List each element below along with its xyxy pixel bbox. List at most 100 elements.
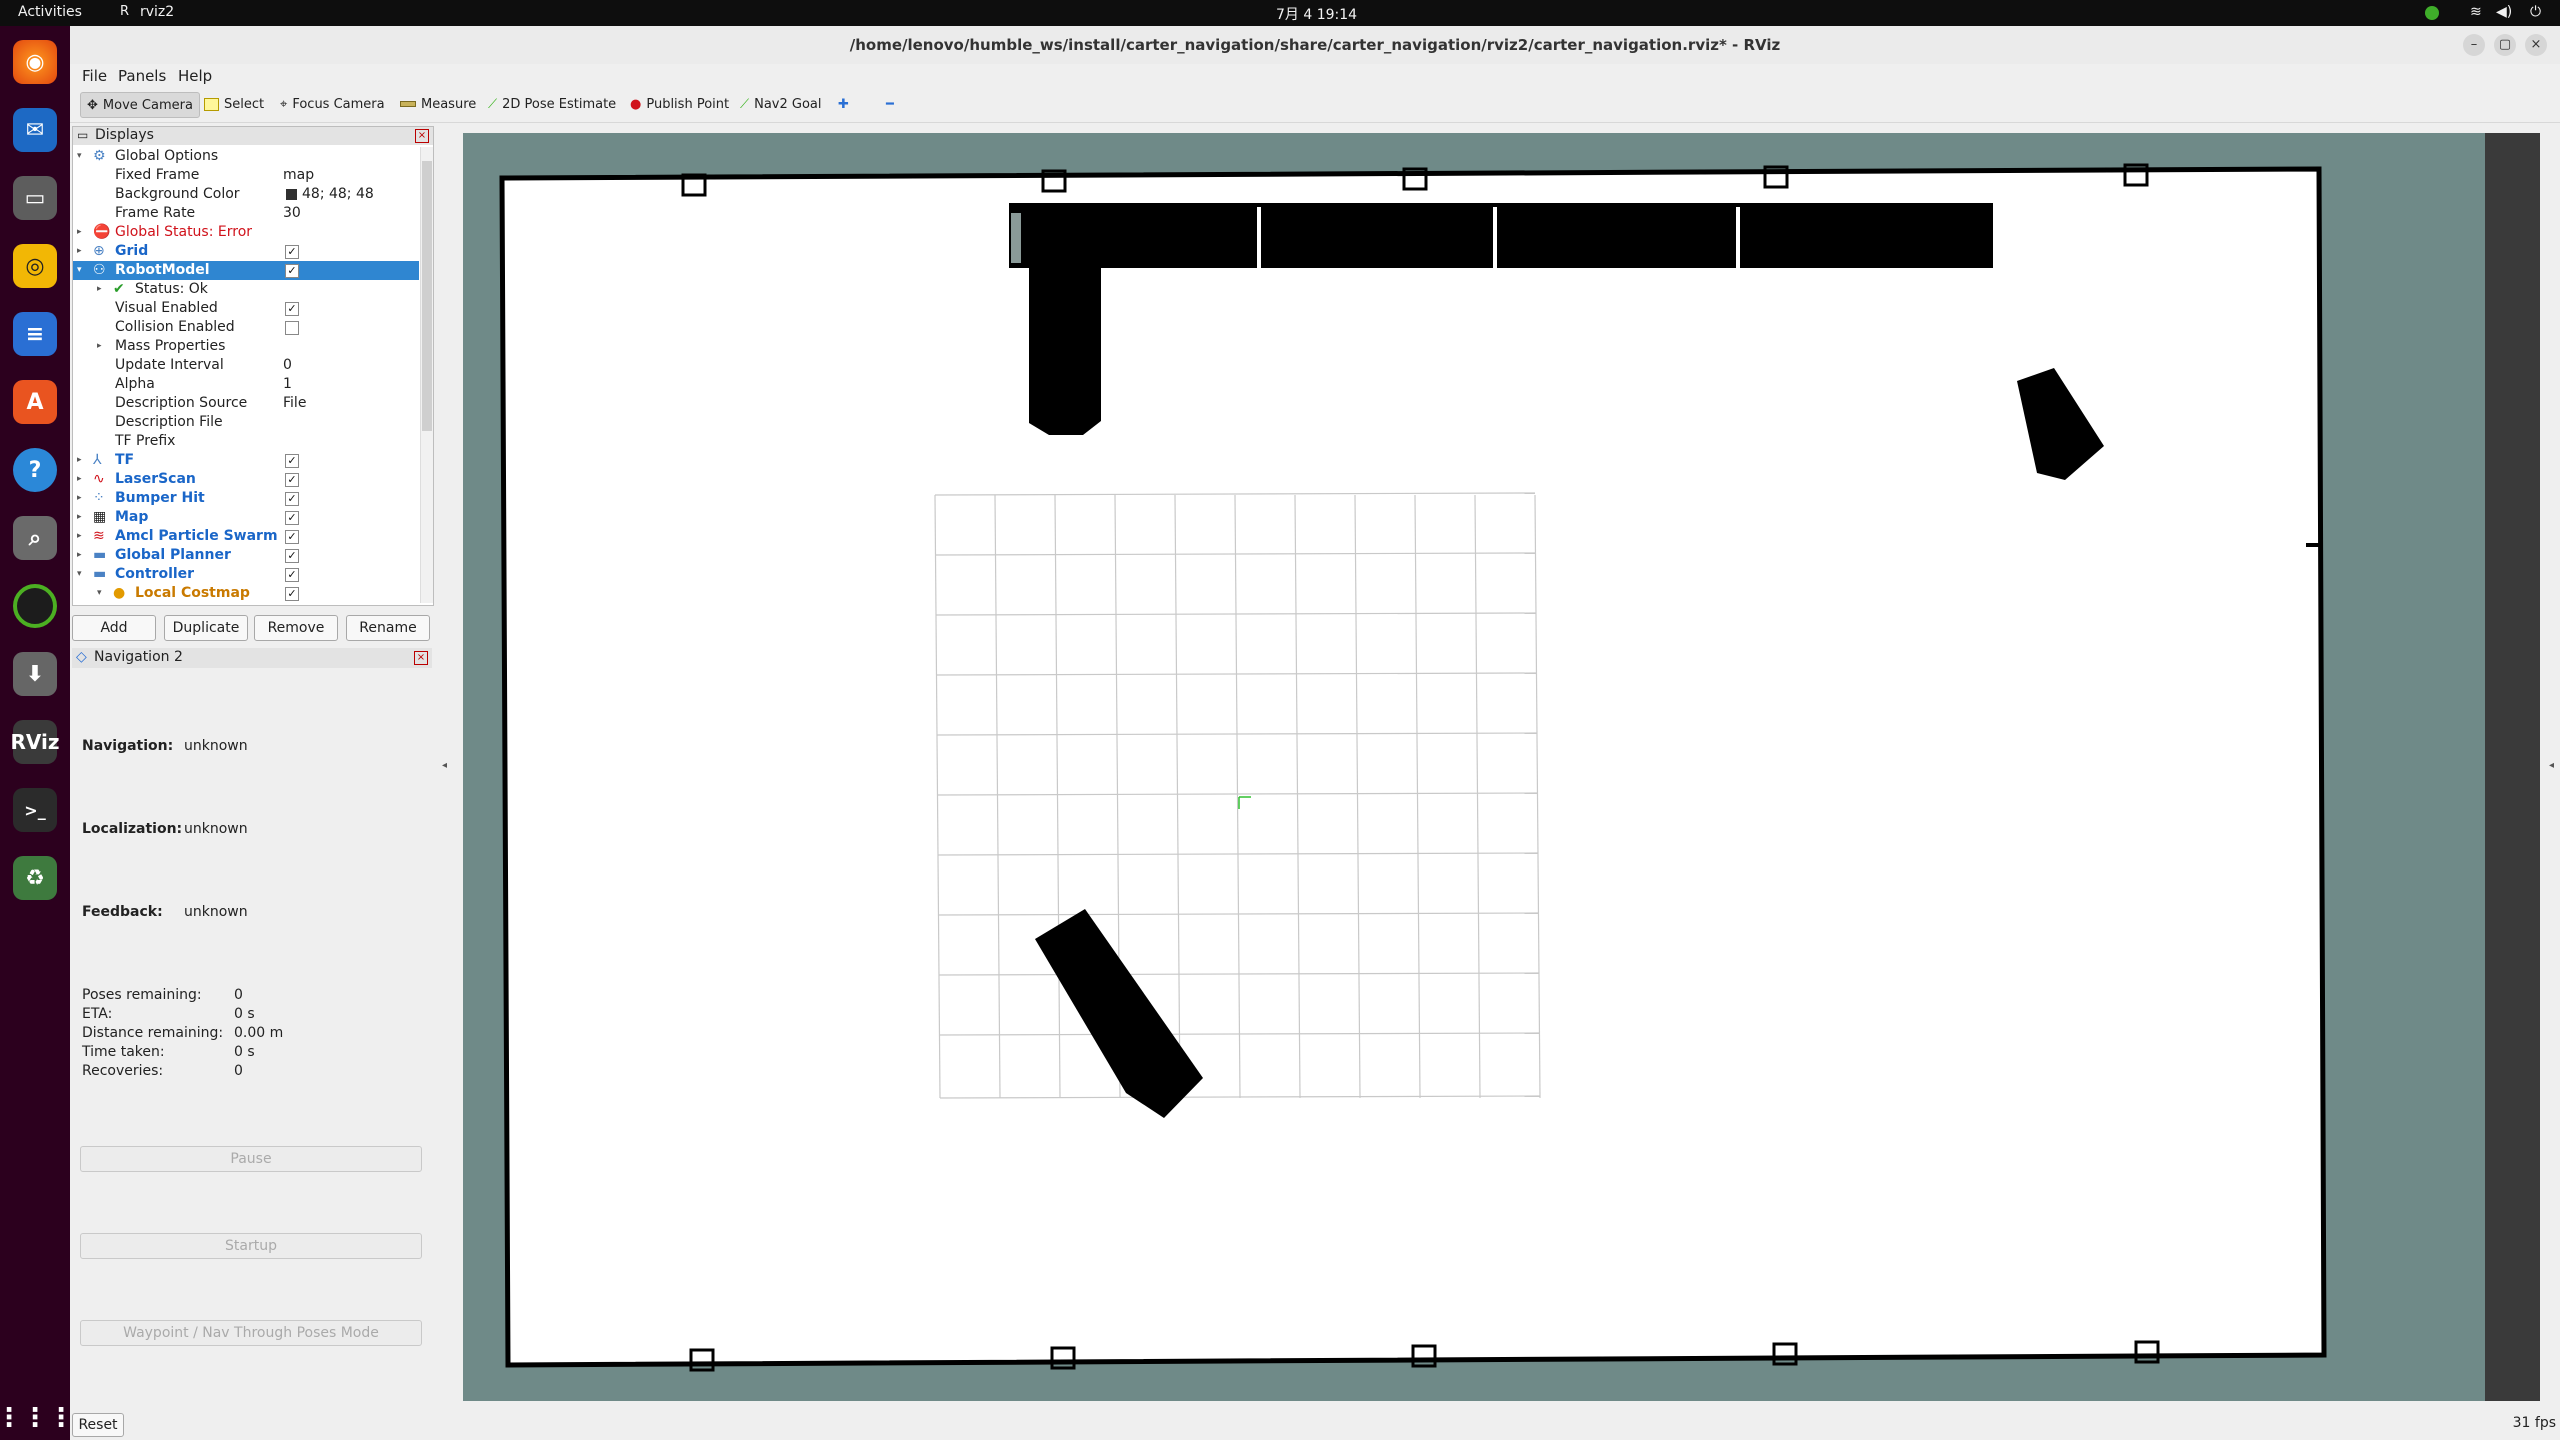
tree-visual-enabled[interactable]: Visual Enabled ✓ xyxy=(73,299,419,318)
tree-description-file[interactable]: Description File xyxy=(73,413,419,432)
visual-enabled-checkbox[interactable]: ✓ xyxy=(285,302,299,316)
grid-checkbox[interactable]: ✓ xyxy=(285,245,299,259)
tree-tf[interactable]: ▸ ⅄ TF ✓ xyxy=(73,451,419,470)
tree-tf-prefix[interactable]: TF Prefix xyxy=(73,432,419,451)
select-tool[interactable]: Select xyxy=(198,92,270,116)
tree-status-ok[interactable]: ▸ ✔ Status: Ok xyxy=(73,280,419,299)
tree-bumper-hit[interactable]: ▸ ⁘ Bumper Hit ✓ xyxy=(73,489,419,508)
firefox-icon[interactable]: ◉ xyxy=(13,40,57,84)
tree-mass-properties[interactable]: ▸ Mass Properties xyxy=(73,337,419,356)
bumper-icon: ⁘ xyxy=(93,490,105,506)
help-icon[interactable]: ? xyxy=(13,448,57,492)
thunderbird-icon[interactable]: ✉ xyxy=(13,108,57,152)
trash-icon[interactable]: ♻ xyxy=(13,856,57,900)
map-floor xyxy=(499,166,2327,1368)
add-tool-button[interactable]: ✚ xyxy=(832,92,855,116)
files-icon[interactable]: ▭ xyxy=(13,176,57,220)
alpha-value[interactable]: 1 xyxy=(283,375,292,394)
color-swatch[interactable] xyxy=(286,189,297,200)
volume-icon[interactable]: ◀) xyxy=(2496,4,2512,20)
measure-label: Measure xyxy=(421,96,477,112)
close-panel-icon[interactable]: × xyxy=(415,129,429,143)
menu-help[interactable]: Help xyxy=(178,67,212,85)
publish-point-tool[interactable]: ● Publish Point xyxy=(624,92,735,116)
remove-button[interactable]: Remove xyxy=(254,615,338,641)
activities-button[interactable]: Activities xyxy=(18,4,82,20)
close-button[interactable]: × xyxy=(2525,34,2547,56)
power-icon[interactable]: ⏻ xyxy=(2530,4,2541,20)
minimize-button[interactable]: – xyxy=(2463,34,2485,56)
tree-scrollbar[interactable] xyxy=(420,147,433,603)
terminal-icon[interactable]: >_ xyxy=(13,788,57,832)
nvidia-icon[interactable] xyxy=(13,584,57,628)
waypoint-mode-button[interactable]: Waypoint / Nav Through Poses Mode xyxy=(80,1320,422,1346)
tree-laserscan[interactable]: ▸ ∿ LaserScan ✓ xyxy=(73,470,419,489)
rviz-icon[interactable]: RViz xyxy=(10,720,60,764)
add-button[interactable]: Add xyxy=(72,615,156,641)
folder-icon: ▬ xyxy=(93,566,107,582)
tree-local-costmap[interactable]: ▾ ● Local Costmap ✓ xyxy=(73,584,419,603)
pause-button[interactable]: Pause xyxy=(80,1146,422,1172)
image-viewer-icon[interactable]: ⌕ xyxy=(13,516,57,560)
tree-frame-rate[interactable]: Frame Rate 30 xyxy=(73,204,419,223)
rename-button[interactable]: Rename xyxy=(346,615,430,641)
software-icon[interactable]: A xyxy=(13,380,57,424)
frame-rate-value[interactable]: 30 xyxy=(283,204,301,223)
tree-fixed-frame[interactable]: Fixed Frame map xyxy=(73,166,419,185)
tree-robotmodel[interactable]: ▾ ⚇ RobotModel ✓ xyxy=(73,261,419,280)
tree-alpha[interactable]: Alpha 1 xyxy=(73,375,419,394)
right-splitter-handle[interactable]: ◂ xyxy=(2549,760,2554,771)
menu-file[interactable]: File xyxy=(82,67,107,85)
robotmodel-checkbox[interactable]: ✓ xyxy=(285,264,299,278)
bumper-hit-checkbox[interactable]: ✓ xyxy=(285,492,299,506)
tree-description-source[interactable]: Description Source File xyxy=(73,394,419,413)
scrollbar-thumb[interactable] xyxy=(422,161,432,431)
tree-global-planner[interactable]: ▸ ▬ Global Planner ✓ xyxy=(73,546,419,565)
collision-enabled-checkbox[interactable] xyxy=(285,321,299,335)
fixed-frame-value[interactable]: map xyxy=(283,166,314,185)
left-splitter-handle[interactable]: ◂ xyxy=(442,760,447,771)
update-interval-value[interactable]: 0 xyxy=(283,356,292,375)
tree-global-status[interactable]: ▸ ⛔ Global Status: Error xyxy=(73,223,419,242)
tree-controller[interactable]: ▾ ▬ Controller ✓ xyxy=(73,565,419,584)
amcl-checkbox[interactable]: ✓ xyxy=(285,530,299,544)
close-panel-icon[interactable]: × xyxy=(414,651,428,665)
app-name[interactable]: rviz2 xyxy=(140,4,174,20)
tf-checkbox[interactable]: ✓ xyxy=(285,454,299,468)
reset-button[interactable]: Reset xyxy=(72,1413,124,1437)
pose-estimate-tool[interactable]: ⟋ 2D Pose Estimate xyxy=(482,92,622,116)
controller-checkbox[interactable]: ✓ xyxy=(285,568,299,582)
move-camera-tool[interactable]: ✥ Move Camera xyxy=(80,92,200,118)
startup-button[interactable]: Startup xyxy=(80,1233,422,1259)
status-indicator-icon[interactable] xyxy=(2425,6,2439,20)
show-apps-icon[interactable]: ⋮⋮⋮ xyxy=(0,1396,74,1440)
tree-update-interval[interactable]: Update Interval 0 xyxy=(73,356,419,375)
menu-panels[interactable]: Panels xyxy=(118,67,166,85)
local-costmap-checkbox[interactable]: ✓ xyxy=(285,587,299,601)
wifi-icon[interactable]: ≋ xyxy=(2470,4,2482,20)
tree-amcl[interactable]: ▸ ≋ Amcl Particle Swarm ✓ xyxy=(73,527,419,546)
tree-map[interactable]: ▸ ▦ Map ✓ xyxy=(73,508,419,527)
map-checkbox[interactable]: ✓ xyxy=(285,511,299,525)
clock[interactable]: 7月 4 19:14 xyxy=(1276,4,1357,24)
tree-collision-enabled[interactable]: Collision Enabled xyxy=(73,318,419,337)
tree-global-options[interactable]: ▾ ⚙ Global Options xyxy=(73,147,419,166)
measure-tool[interactable]: Measure xyxy=(394,92,482,116)
tree-background-color[interactable]: Background Color 48; 48; 48 xyxy=(73,185,419,204)
maximize-button[interactable]: ▢ xyxy=(2494,34,2516,56)
focus-camera-tool[interactable]: ⌖ Focus Camera xyxy=(274,92,391,116)
description-source-value[interactable]: File xyxy=(283,394,306,413)
nav2-goal-tool[interactable]: ⟋ Nav2 Goal xyxy=(734,92,828,116)
tree-grid[interactable]: ▸ ⊕ Grid ✓ xyxy=(73,242,419,261)
frame-rate-label: Frame Rate xyxy=(115,205,196,221)
global-planner-checkbox[interactable]: ✓ xyxy=(285,549,299,563)
render-view[interactable] xyxy=(463,133,2540,1401)
rhythmbox-icon[interactable]: ◎ xyxy=(13,244,57,288)
remove-tool-button[interactable]: ━ xyxy=(880,92,900,116)
navigation2-panel: ◇ Navigation 2 × Navigation: unknown Loc… xyxy=(72,648,432,1408)
laserscan-checkbox[interactable]: ✓ xyxy=(285,473,299,487)
installer-icon[interactable]: ⬇ xyxy=(13,652,57,696)
writer-icon[interactable]: ≡ xyxy=(13,312,57,356)
bg-color-value[interactable]: 48; 48; 48 xyxy=(302,185,374,204)
duplicate-button[interactable]: Duplicate xyxy=(164,615,248,641)
